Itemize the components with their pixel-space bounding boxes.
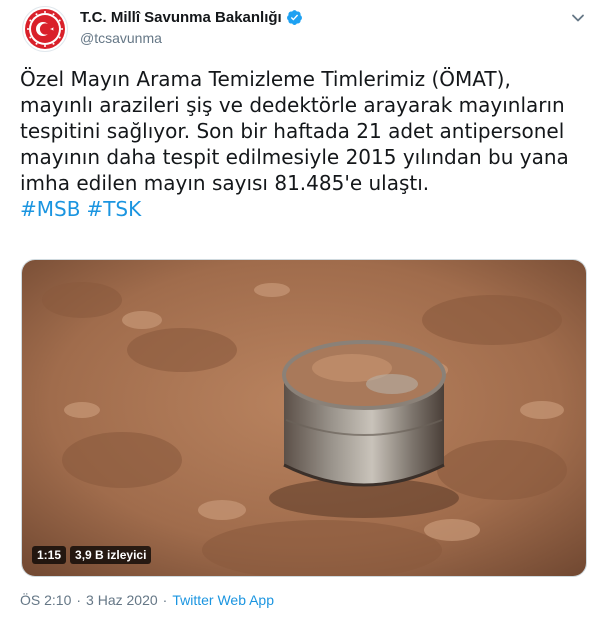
tweet-text-line: mayının daha tespit edilmesiyle 2015 yıl… [20, 145, 569, 169]
tweet-header: T.C. Millî Savunma Bakanlığı @tcsavunma [0, 0, 600, 60]
hashtag-list: #MSB #TSK [20, 196, 588, 222]
tweet-time[interactable]: ÖS 2:10 [20, 592, 71, 608]
hashtag-tsk[interactable]: #TSK [86, 197, 141, 221]
avatar[interactable] [22, 6, 68, 52]
verified-badge-icon [286, 10, 302, 25]
video-badges: 1:15 3,9 B izleyici [32, 546, 152, 564]
tweet-meta: ÖS 2:10 · 3 Haz 2020 · Twitter Web App [20, 592, 274, 608]
tweet-text: Özel Mayın Arama Temizleme Timlerimiz (Ö… [20, 66, 588, 222]
author-name-row[interactable]: T.C. Millî Savunma Bakanlığı [80, 9, 303, 26]
tweet-date[interactable]: 3 Haz 2020 [86, 592, 158, 608]
hashtag-msb[interactable]: #MSB [20, 197, 80, 221]
tweet-text-line: mayınlı arazileri şiş ve dedektörle aray… [20, 93, 565, 117]
meta-separator: · [76, 592, 82, 608]
ministry-emblem-icon [25, 9, 65, 49]
display-name[interactable]: T.C. Millî Savunma Bakanlığı [80, 9, 282, 26]
user-handle[interactable]: @tcsavunma [80, 30, 162, 46]
tweet-text-line: tespitini sağlıyor. Son bir haftada 21 a… [20, 119, 565, 143]
video-player[interactable]: 1:15 3,9 B izleyici [21, 259, 587, 577]
view-count-badge: 3,9 B izleyici [70, 546, 152, 564]
tweet-text-line: Özel Mayın Arama Temizleme Timlerimiz (Ö… [20, 67, 511, 91]
meta-separator: · [162, 592, 168, 608]
chevron-down-icon[interactable] [570, 10, 586, 26]
tweet-text-line: imha edilen mayın sayısı 81.485'e ulaştı… [20, 171, 430, 195]
video-thumbnail [22, 260, 586, 576]
tweet-source-link[interactable]: Twitter Web App [172, 592, 274, 608]
video-duration-badge: 1:15 [32, 546, 67, 564]
